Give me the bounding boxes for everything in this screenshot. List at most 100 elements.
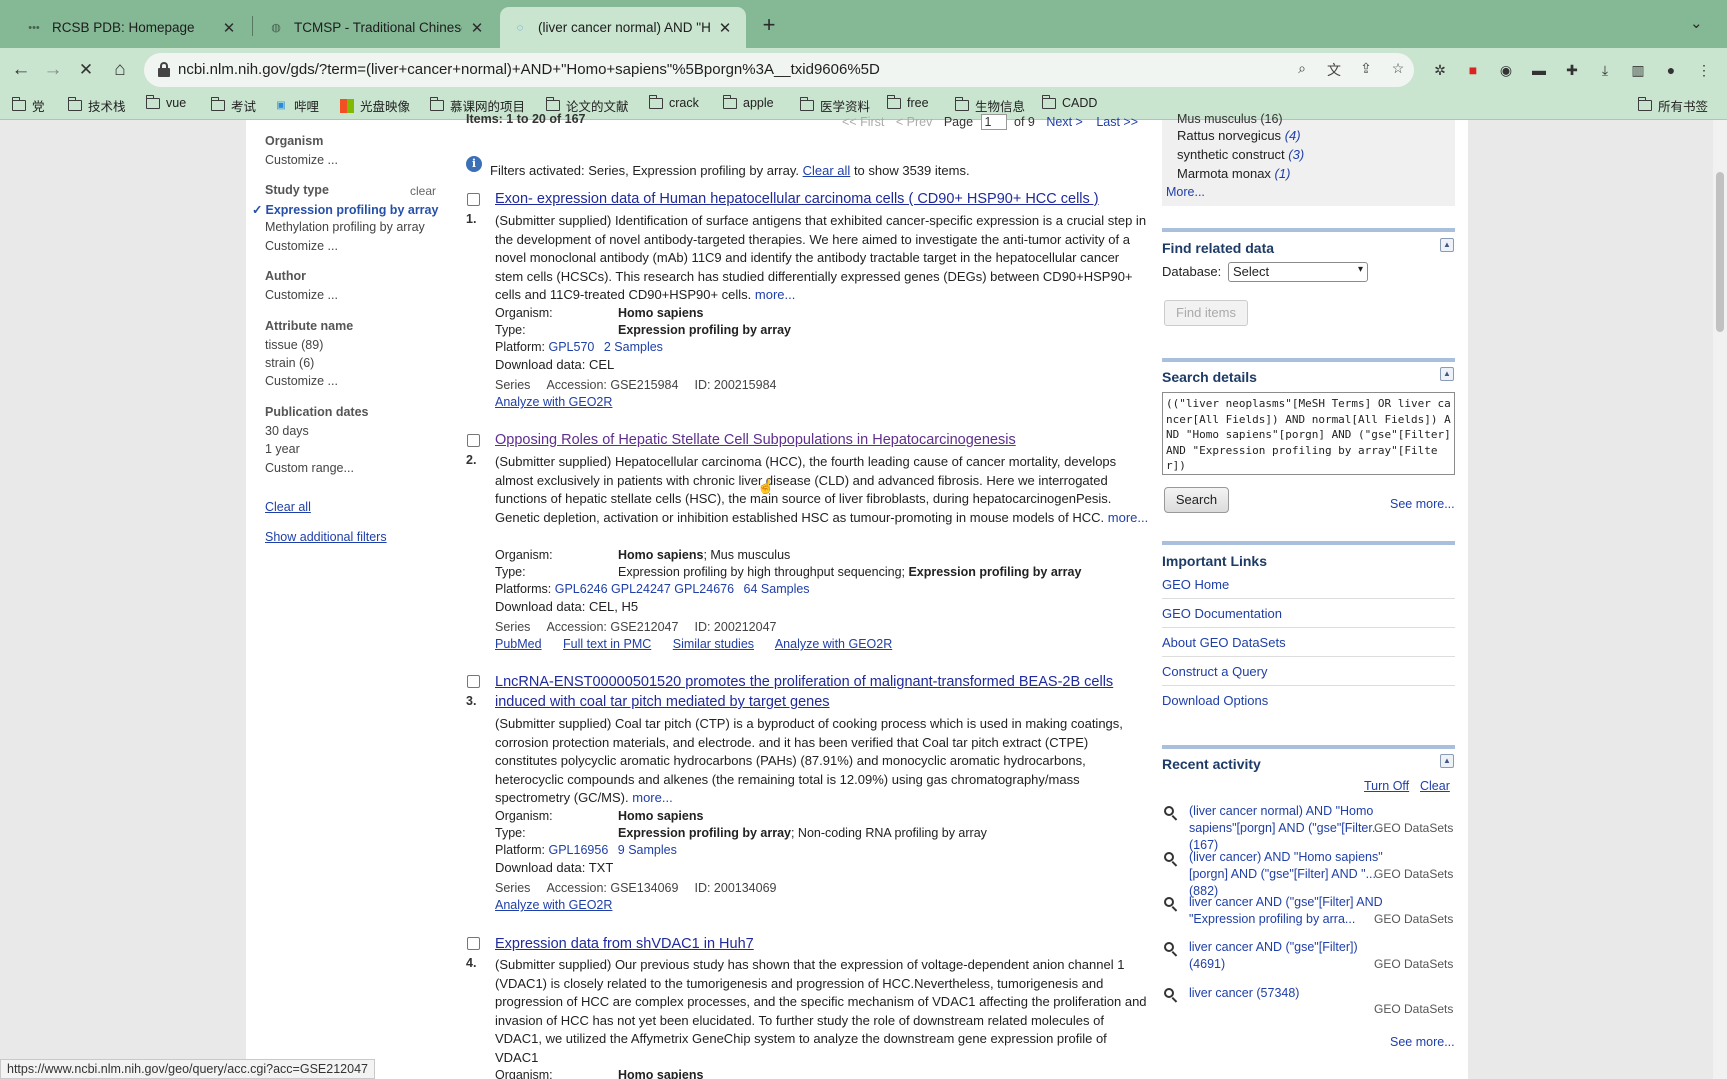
bookmark-folder[interactable]: 生物信息: [954, 96, 1025, 115]
search-details-textarea[interactable]: (("liver neoplasms"[MeSH Terms] OR liver…: [1162, 392, 1455, 475]
last-page-link[interactable]: Last >>: [1096, 115, 1138, 129]
close-icon[interactable]: ✕: [220, 19, 238, 37]
prev-page-link[interactable]: < Prev: [896, 115, 932, 129]
platform-link[interactable]: GPL570: [549, 340, 595, 354]
organism-facet-item[interactable]: Mus musculus (16): [1177, 112, 1283, 126]
result-checkbox[interactable]: [467, 675, 480, 688]
download-options-link[interactable]: Download Options: [1162, 693, 1455, 714]
page-input[interactable]: 1: [980, 114, 1007, 130]
recent-activity-item[interactable]: (liver cancer) AND "Homo sapiens"[porgn]…: [1189, 849, 1389, 900]
filters-clear-all-link[interactable]: Clear all: [803, 163, 851, 178]
bookmark-folder[interactable]: vue: [145, 94, 186, 110]
organism-facet-item[interactable]: Marmota monax (1): [1177, 166, 1290, 181]
organism-more-link[interactable]: More...: [1166, 185, 1205, 199]
search-icon[interactable]: ⌕: [1292, 60, 1312, 77]
bookmark-folder[interactable]: 考试: [210, 96, 256, 115]
platform-link[interactable]: GPL6246 GPL24247 GPL24676: [555, 582, 734, 596]
address-bar[interactable]: ncbi.nlm.nih.gov/gds/?term=(liver+cancer…: [144, 53, 1414, 87]
stop-loading-button[interactable]: ✕: [73, 57, 99, 83]
collapse-toggle-icon[interactable]: ▲: [1440, 754, 1454, 768]
scroll-thumb[interactable]: [1716, 172, 1724, 332]
menu-icon[interactable]: ⋮: [1694, 60, 1714, 80]
side-panel-icon[interactable]: ▥: [1628, 60, 1648, 80]
recent-activity-item[interactable]: liver cancer AND ("gse"[Filter] AND "Exp…: [1189, 894, 1389, 928]
chevron-down-icon[interactable]: ⌄: [1690, 14, 1703, 32]
platform-link[interactable]: GPL16956: [549, 843, 609, 857]
avatar[interactable]: ●: [1661, 60, 1681, 80]
filter-attribute-customize[interactable]: Customize ...: [265, 374, 338, 388]
share-icon[interactable]: ⇪: [1356, 60, 1376, 77]
bookmark-folder[interactable]: apple: [722, 94, 774, 110]
back-button[interactable]: ←: [8, 57, 34, 83]
star-icon[interactable]: ☆: [1388, 60, 1408, 77]
database-select[interactable]: Select ▾: [1228, 262, 1368, 282]
home-button[interactable]: ⌂: [107, 57, 133, 83]
collapse-toggle-icon[interactable]: ▲: [1440, 367, 1454, 381]
tab-geo-search[interactable]: ◌ (liver cancer normal) AND "Hor ✕: [500, 7, 746, 48]
result-title-link[interactable]: LncRNA-ENST00000501520 promotes the prol…: [495, 674, 1113, 690]
filter-attribute-strain[interactable]: strain (6): [265, 356, 314, 370]
filter-author-customize[interactable]: Customize ...: [265, 288, 338, 302]
puzzle-icon[interactable]: ✚: [1562, 60, 1582, 80]
turn-off-link[interactable]: Turn Off: [1364, 779, 1409, 793]
recent-activity-item[interactable]: liver cancer AND ("gse"[Filter]) (4691): [1189, 939, 1389, 973]
clear-all-filters-link[interactable]: Clear all: [265, 500, 311, 514]
more-link[interactable]: more...: [1108, 510, 1148, 525]
bookmark-folder[interactable]: free: [886, 94, 929, 110]
translate-icon[interactable]: 文: [1324, 60, 1344, 80]
bookmark-folder[interactable]: 党: [11, 96, 45, 115]
similar-studies-link[interactable]: Similar studies: [673, 637, 754, 651]
filter-study-type-clear[interactable]: clear: [410, 184, 436, 198]
geo2r-link[interactable]: Analyze with GEO2R: [495, 395, 612, 409]
close-icon[interactable]: ✕: [468, 19, 486, 37]
pubmed-link[interactable]: PubMed: [495, 637, 542, 651]
scrollbar[interactable]: [1713, 120, 1727, 1079]
pmc-full-text-link[interactable]: Full text in PMC: [563, 637, 651, 651]
result-checkbox[interactable]: [467, 937, 480, 950]
geo2r-link[interactable]: Analyze with GEO2R: [775, 637, 892, 651]
recent-activity-see-more[interactable]: See more...: [1390, 1035, 1455, 1049]
clear-activity-link[interactable]: Clear: [1420, 779, 1450, 793]
result-checkbox[interactable]: [467, 193, 480, 206]
download-icon[interactable]: ⤓: [1595, 60, 1615, 80]
filter-organism-customize[interactable]: Customize ...: [265, 153, 338, 167]
tab-tcmsp[interactable]: ◍ TCMSP - Traditional Chinese M ✕: [256, 7, 498, 48]
geo-documentation-link[interactable]: GEO Documentation: [1162, 606, 1455, 628]
result-title-link[interactable]: Opposing Roles of Hepatic Stellate Cell …: [495, 432, 1016, 448]
bookmark-folder[interactable]: CADD: [1041, 94, 1097, 110]
result-checkbox[interactable]: [467, 434, 480, 447]
samples-link[interactable]: 9 Samples: [618, 843, 677, 857]
download-data-link[interactable]: Download data: TXT: [495, 860, 613, 875]
bookmark-folder[interactable]: crack: [648, 94, 699, 110]
bookmark-microsoft[interactable]: 光盘映像: [340, 96, 410, 115]
next-page-link[interactable]: Next >: [1046, 115, 1082, 129]
url-text[interactable]: ncbi.nlm.nih.gov/gds/?term=(liver+cancer…: [178, 61, 880, 78]
filter-study-type-customize[interactable]: Customize ...: [265, 239, 338, 253]
filter-study-type-methylation[interactable]: Methylation profiling by array: [265, 220, 425, 234]
filter-study-type-selected[interactable]: ✓ Expression profiling by array: [252, 202, 438, 217]
about-geo-datasets-link[interactable]: About GEO DataSets: [1162, 635, 1455, 657]
recent-activity-item[interactable]: (liver cancer normal) AND "Homo sapiens"…: [1189, 803, 1389, 854]
construct-query-link[interactable]: Construct a Query: [1162, 664, 1455, 686]
organism-facet-item[interactable]: Rattus norvegicus (4): [1177, 128, 1301, 143]
filter-pub-30-days[interactable]: 30 days: [265, 424, 309, 438]
extension-icon[interactable]: ■: [1463, 60, 1483, 80]
all-bookmarks[interactable]: 所有书签: [1637, 96, 1708, 115]
camera-icon[interactable]: ◉: [1496, 60, 1516, 80]
search-details-button[interactable]: Search: [1164, 487, 1229, 513]
bookmark-folder[interactable]: 医学资料: [799, 96, 870, 115]
collapse-toggle-icon[interactable]: ▲: [1440, 238, 1454, 252]
new-tab-button[interactable]: +: [757, 12, 781, 38]
recent-activity-item[interactable]: liver cancer (57348): [1189, 985, 1389, 1002]
tab-rcsb-pdb[interactable]: ••• RCSB PDB: Homepage ✕: [14, 7, 250, 48]
forward-button[interactable]: →: [40, 57, 66, 83]
filter-pub-custom-range[interactable]: Custom range...: [265, 461, 354, 475]
more-link[interactable]: more...: [755, 287, 795, 302]
find-items-button[interactable]: Find items: [1164, 300, 1248, 326]
result-title-link[interactable]: Exon- expression data of Human hepatocel…: [495, 191, 1099, 207]
more-link[interactable]: more...: [632, 790, 672, 805]
geo2r-link[interactable]: Analyze with GEO2R: [495, 898, 612, 912]
geo-home-link[interactable]: GEO Home: [1162, 577, 1455, 599]
filter-pub-1-year[interactable]: 1 year: [265, 442, 300, 456]
extension-icon[interactable]: ✲: [1430, 60, 1450, 80]
